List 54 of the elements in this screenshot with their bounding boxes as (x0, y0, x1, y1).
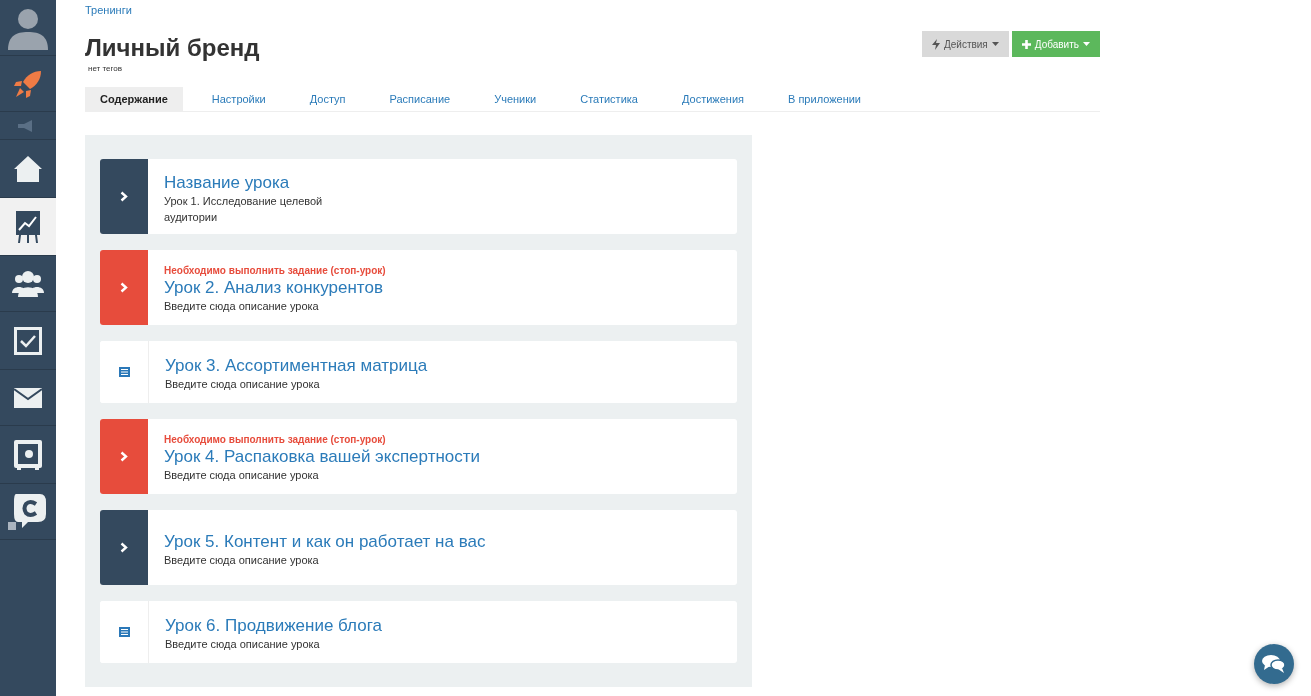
lesson-description: Введите сюда описание урока (164, 552, 320, 568)
tab[interactable]: Настройки (196, 87, 281, 111)
mail-icon (14, 387, 42, 408)
actions-button[interactable]: Действия (921, 31, 1009, 57)
lesson-card[interactable]: Необходимо выполнить задание (стоп-урок) Урок 4. Распаковка вашей экспертности Введите сюда описание урока (100, 419, 737, 494)
sidebar-item[interactable] (0, 198, 56, 256)
lesson-card[interactable]: Урок 6. Продвижение блога Введите сюда описание урока (100, 601, 737, 663)
lesson-description: Введите сюда описание урока (165, 637, 321, 652)
tab[interactable]: Достижения (667, 87, 759, 111)
caret-icon (1083, 42, 1090, 46)
lesson-title-link[interactable]: Урок 2. Анализ конкурентов (164, 278, 386, 298)
lesson-title-link[interactable]: Урок 5. Контент и как он работает на вас (164, 531, 486, 552)
chat-bubbles-icon (1262, 654, 1286, 674)
lesson-description: Урок 1. Исследование целевой аудитории (164, 193, 324, 225)
lesson-title-link[interactable]: Название урока (164, 172, 339, 193)
add-button[interactable]: Добавить (1011, 31, 1100, 57)
lesson-description: Введите сюда описание урока (164, 299, 320, 314)
lightning-icon (931, 38, 940, 50)
lesson-title-link[interactable]: Урок 4. Распаковка вашей экспертности (164, 447, 481, 467)
chat-logo-icon (8, 491, 48, 532)
stop-lesson-warning: Необходимо выполнить задание (стоп-урок) (164, 265, 386, 276)
checkbox-icon (14, 326, 42, 355)
lesson-card[interactable]: Название урока Урок 1. Исследование целевой аудитории (100, 159, 737, 234)
lesson-title-link[interactable]: Урок 6. Продвижение блога (165, 616, 382, 636)
rocket-icon (13, 68, 43, 99)
lesson-card[interactable]: Урок 5. Контент и как он работает на вас Введите сюда описание урока (100, 510, 737, 585)
tab[interactable]: Ученики (479, 87, 552, 111)
stop-lesson-warning: Необходимо выполнить задание (стоп-урок) (164, 434, 387, 445)
lesson-title-link[interactable]: Урок 3. Ассортиментная матрица (165, 356, 428, 376)
lesson-card[interactable]: Необходимо выполнить задание (стоп-урок) Урок 2. Анализ конкурентов Введите сюда описание урока (100, 250, 737, 325)
chevron-right-icon (120, 542, 128, 553)
people-icon (12, 270, 44, 297)
caret-icon (991, 42, 999, 46)
chevron-right-icon (120, 282, 128, 293)
tab[interactable]: Статистика (565, 87, 653, 111)
home-icon (13, 153, 43, 184)
breadcrumb-link[interactable]: Тренинги (85, 4, 1100, 16)
safe-icon (14, 439, 42, 470)
tags-label: нет тегов (88, 64, 123, 73)
lesson-card[interactable]: Урок 3. Ассортиментная матрица Введите сюда описание урока (100, 341, 737, 403)
lesson-description: Введите сюда описание урока (165, 377, 321, 392)
list-icon (118, 627, 130, 637)
chat-button[interactable] (1254, 644, 1294, 684)
plus-icon (1021, 39, 1031, 49)
chart-board-icon (15, 209, 41, 244)
lesson-description: Введите сюда описание урока (164, 468, 320, 483)
tab[interactable]: Доступ (294, 87, 361, 111)
page-title: Личный бренд (85, 34, 260, 62)
list-icon (118, 367, 130, 377)
chevron-right-icon (120, 191, 128, 202)
tab[interactable]: Содержание (85, 87, 183, 111)
tab[interactable]: В приложении (773, 87, 876, 111)
chevron-right-icon (120, 451, 128, 462)
tab[interactable]: Расписание (374, 87, 466, 111)
